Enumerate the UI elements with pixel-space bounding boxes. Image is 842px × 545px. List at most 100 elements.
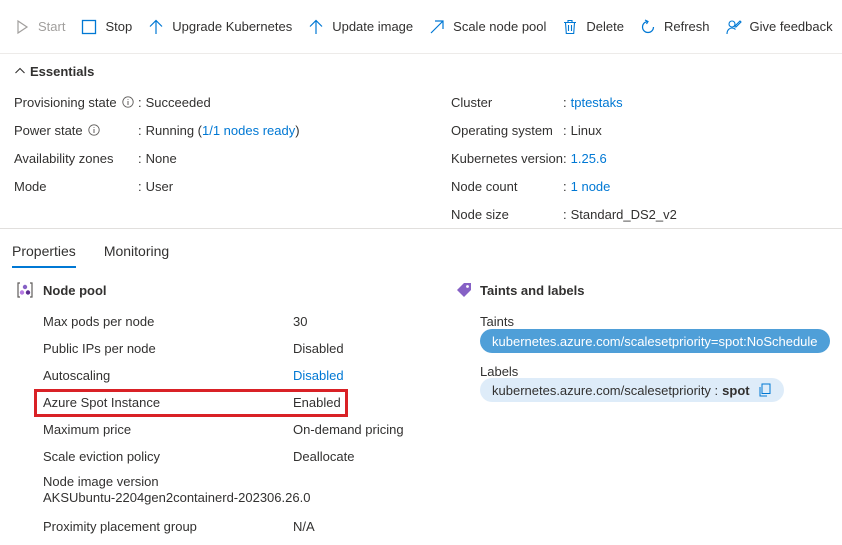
property-label: Max pods per node: [43, 314, 155, 329]
property-value: Enabled: [293, 395, 341, 410]
node-image-version-label: Node image version: [43, 474, 159, 489]
upgrade-kubernetes-label: Upgrade Kubernetes: [172, 19, 293, 34]
property-row-node-image-version: Node image version AKSUbuntu-2204gen2con…: [43, 470, 423, 513]
essentials-label: Availability zones: [14, 150, 114, 166]
start-button[interactable]: Start: [14, 12, 65, 42]
node-count-link[interactable]: 1 node: [571, 179, 611, 194]
taint-pill: kubernetes.azure.com/scalesetpriority=sp…: [480, 329, 830, 353]
provisioning-state-value: Succeeded: [145, 94, 211, 110]
property-value: 30: [293, 314, 308, 329]
labels-label: Labels: [480, 364, 519, 379]
property-label: Azure Spot Instance: [43, 395, 161, 410]
separator: :: [563, 122, 567, 138]
tab-bar: Properties Monitoring: [12, 236, 197, 268]
property-label: Maximum price: [43, 422, 132, 437]
trash-icon: [562, 19, 578, 35]
separator: :: [138, 150, 142, 166]
section-divider: [0, 228, 842, 229]
give-feedback-label: Give feedback: [749, 19, 833, 34]
refresh-icon: [640, 18, 656, 35]
feedback-person-icon: [725, 19, 742, 35]
essentials-label: Power state: [14, 123, 138, 138]
separator: :: [563, 94, 567, 110]
property-label: Public IPs per node: [43, 341, 156, 356]
essentials-title: Essentials: [30, 63, 95, 79]
essentials-row-power-state: Power state : Running (1/1 nodes ready): [14, 116, 434, 144]
property-value: N/A: [293, 519, 315, 534]
essentials-row-node-size: Node size : Standard_DS2_v2: [451, 200, 831, 228]
node-pool-heading: Node pool: [16, 281, 107, 299]
separator: :: [138, 122, 142, 138]
separator: :: [138, 94, 142, 110]
scale-arrow-icon: [429, 19, 445, 35]
property-row-azure-spot-instance: Azure Spot Instance Enabled: [43, 389, 423, 416]
tab-monitoring[interactable]: Monitoring: [104, 236, 169, 266]
essentials-right-column: Cluster : tptestaks Operating system : L…: [451, 88, 831, 228]
essentials-label: Mode: [14, 178, 47, 194]
info-icon[interactable]: [121, 96, 134, 108]
property-label: Scale eviction policy: [43, 449, 161, 464]
copy-icon[interactable]: [758, 383, 772, 397]
refresh-button[interactable]: Refresh: [640, 12, 710, 42]
essentials-row-cluster: Cluster : tptestaks: [451, 88, 831, 116]
property-label: Node image version AKSUbuntu-2204gen2con…: [43, 474, 373, 506]
power-state-value: Running (1/1 nodes ready): [146, 123, 300, 138]
nodes-ready-link[interactable]: 1/1 nodes ready: [202, 123, 295, 138]
scale-node-pool-label: Scale node pool: [453, 19, 547, 34]
cluster-link[interactable]: tptestaks: [571, 95, 623, 110]
play-icon: [14, 19, 30, 35]
mode-value: User: [145, 178, 174, 194]
chevron-up-icon: [15, 67, 25, 74]
stop-button[interactable]: Stop: [81, 12, 132, 42]
update-image-label: Update image: [332, 19, 414, 34]
essentials-label: Provisioning state: [14, 95, 138, 110]
info-icon[interactable]: [88, 124, 100, 136]
essentials-label: Node count: [451, 178, 518, 194]
property-label: Proximity placement group: [43, 519, 197, 534]
tab-properties[interactable]: Properties: [12, 236, 76, 268]
separator: :: [138, 178, 142, 194]
give-feedback-button[interactable]: Give feedback: [725, 12, 833, 42]
node-size-value: Standard_DS2_v2: [570, 206, 677, 222]
update-image-button[interactable]: Update image: [308, 12, 413, 42]
scale-node-pool-button[interactable]: Scale node pool: [429, 12, 546, 42]
essentials-row-node-count: Node count : 1 node: [451, 172, 831, 200]
node-pool-title: Node pool: [43, 282, 107, 298]
essentials-toggle[interactable]: Essentials: [14, 62, 94, 80]
property-value: Deallocate: [293, 449, 355, 464]
operating-system-value: Linux: [570, 122, 602, 138]
command-bar: Start Stop Upgrade Kubernetes Update ima…: [0, 0, 842, 54]
availability-zones-value: None: [145, 150, 177, 166]
label-text: Power state: [14, 122, 83, 138]
property-row-proximity-placement-group: Proximity placement group N/A: [43, 513, 423, 540]
property-value: Disabled: [293, 341, 344, 356]
property-row-public-ips: Public IPs per node Disabled: [43, 335, 423, 362]
upgrade-kubernetes-button[interactable]: Upgrade Kubernetes: [148, 12, 292, 42]
essentials-label: Kubernetes version: [451, 150, 564, 166]
property-row-maximum-price: Maximum price On-demand pricing: [43, 416, 423, 443]
stop-label: Stop: [105, 19, 133, 34]
essentials-row-operating-system: Operating system : Linux: [451, 116, 831, 144]
power-state-text: Running (: [145, 122, 202, 138]
stop-icon: [81, 19, 97, 35]
tag-icon: [455, 281, 473, 299]
essentials-label: Node size: [451, 206, 509, 222]
arrow-up-icon: [308, 19, 324, 35]
essentials-label: Cluster: [451, 94, 493, 110]
property-row-scale-eviction-policy: Scale eviction policy Deallocate: [43, 443, 423, 470]
essentials-row-kubernetes-version: Kubernetes version : 1.25.6: [451, 144, 831, 172]
autoscaling-link[interactable]: Disabled: [293, 368, 344, 383]
power-state-suffix: ): [295, 122, 300, 138]
essentials-row-provisioning-state: Provisioning state : Succeeded: [14, 88, 434, 116]
essentials-label: Operating system: [451, 122, 553, 138]
essentials-row-mode: Mode : User: [14, 172, 434, 200]
separator: :: [563, 150, 567, 166]
label-key: kubernetes.azure.com/scalesetpriority :: [492, 382, 719, 398]
taints-label: Taints: [480, 314, 514, 329]
delete-button[interactable]: Delete: [562, 12, 624, 42]
kubernetes-version-link[interactable]: 1.25.6: [571, 151, 607, 166]
taints-and-labels-title: Taints and labels: [480, 282, 585, 298]
refresh-label: Refresh: [663, 19, 710, 34]
node-image-version-value: AKSUbuntu-2204gen2containerd-202306.26.0: [43, 490, 311, 505]
label-pill: kubernetes.azure.com/scalesetpriority : …: [480, 378, 784, 402]
